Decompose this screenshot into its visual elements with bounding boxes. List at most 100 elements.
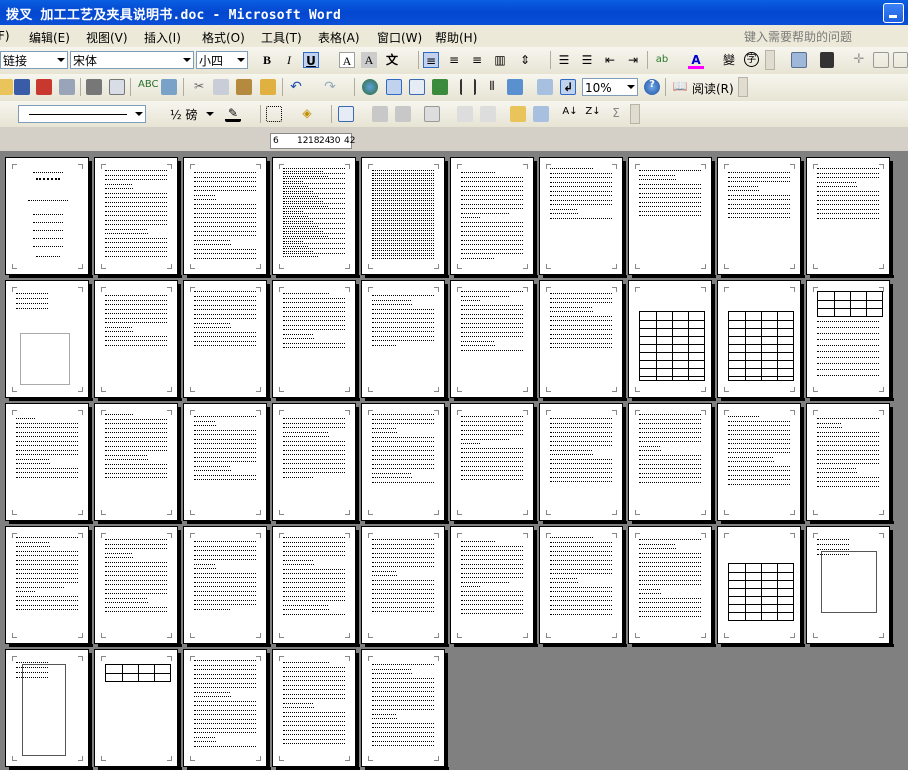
research-icon[interactable] — [161, 79, 177, 95]
toolbar-options-icon[interactable] — [630, 104, 640, 124]
numbering-button[interactable]: ☰ — [556, 52, 572, 68]
document-page[interactable] — [717, 157, 805, 278]
font-combo[interactable]: 宋体 — [70, 51, 194, 69]
document-page[interactable] — [272, 157, 360, 278]
undo-icon[interactable]: ↶ — [288, 79, 304, 95]
insert-excel-icon[interactable] — [432, 79, 448, 95]
spelling-icon[interactable]: ABC — [138, 79, 159, 95]
document-page[interactable] — [272, 280, 360, 401]
toolbar-options-icon[interactable] — [738, 77, 748, 97]
document-page[interactable] — [361, 157, 449, 278]
border-color-icon[interactable]: ✎ — [225, 106, 241, 122]
format-painter-icon[interactable] — [260, 79, 276, 95]
distribute-rows-icon[interactable] — [457, 106, 473, 122]
columns-icon[interactable] — [820, 52, 834, 68]
merge-cells-icon[interactable] — [372, 106, 388, 122]
line-spacing-button[interactable]: ⇕ — [517, 52, 533, 68]
move-icon[interactable]: ✛ — [851, 52, 867, 68]
document-page[interactable] — [183, 526, 271, 647]
italic-button[interactable]: I — [281, 52, 297, 68]
toolbar-options-icon[interactable] — [765, 50, 775, 70]
document-page[interactable] — [183, 403, 271, 524]
document-page[interactable] — [94, 403, 182, 524]
distributed-button[interactable]: ▥ — [492, 52, 508, 68]
document-page[interactable] — [361, 280, 449, 401]
document-page[interactable] — [272, 526, 360, 647]
print-preview-icon[interactable] — [109, 79, 125, 95]
document-page[interactable] — [450, 157, 538, 278]
document-page[interactable] — [539, 157, 627, 278]
hyperlink-icon[interactable] — [362, 79, 378, 95]
document-pages-area[interactable] — [0, 151, 908, 770]
document-page[interactable] — [628, 280, 716, 401]
borders-icon[interactable] — [266, 106, 282, 122]
align-icon[interactable] — [424, 106, 440, 122]
distribute-columns-icon[interactable] — [480, 106, 496, 122]
menu-format[interactable]: 格式(O) — [202, 29, 245, 46]
document-page[interactable] — [717, 280, 805, 401]
paste-icon[interactable] — [236, 79, 252, 95]
menu-table[interactable]: 表格(A) — [318, 29, 360, 46]
open-icon[interactable] — [0, 79, 13, 95]
document-page[interactable] — [450, 526, 538, 647]
read-button-label[interactable]: 阅读(R) — [692, 80, 734, 97]
copy-icon[interactable] — [213, 79, 229, 95]
underline-button[interactable]: U — [303, 52, 319, 68]
picture-icon[interactable] — [791, 52, 807, 68]
email-icon[interactable] — [59, 79, 75, 95]
char-shading-button[interactable]: A — [361, 52, 377, 68]
document-page[interactable] — [94, 526, 182, 647]
document-page[interactable] — [272, 649, 360, 770]
font-size-combo[interactable]: 小四 — [196, 51, 248, 69]
help-search-box[interactable]: 键入需要帮助的问题 — [744, 28, 852, 45]
read-icon[interactable]: 📖 — [672, 79, 688, 95]
cut-icon[interactable]: ✂ — [191, 79, 207, 95]
document-page[interactable] — [5, 403, 93, 524]
document-page[interactable] — [272, 403, 360, 524]
line-style-combo[interactable] — [18, 105, 146, 123]
permission-icon[interactable] — [36, 79, 52, 95]
document-page[interactable] — [450, 280, 538, 401]
increase-indent-button[interactable]: ⇥ — [625, 52, 641, 68]
menu-window[interactable]: 窗口(W) — [377, 29, 422, 46]
document-page[interactable] — [806, 157, 894, 278]
document-page[interactable] — [183, 157, 271, 278]
split-cells-icon[interactable] — [395, 106, 411, 122]
document-page[interactable] — [539, 403, 627, 524]
menu-edit[interactable]: 编辑(E) — [29, 29, 70, 46]
document-page[interactable] — [5, 157, 93, 278]
line-weight-combo[interactable]: ½ 磅 — [167, 105, 217, 123]
menu-view[interactable]: 视图(V) — [86, 29, 128, 46]
save-icon[interactable] — [14, 79, 30, 95]
font-color-button[interactable]: A — [688, 52, 704, 69]
document-map-icon[interactable] — [507, 79, 523, 95]
decrease-indent-button[interactable]: ⇤ — [602, 52, 618, 68]
char-border-button[interactable]: A — [339, 52, 355, 68]
menu-file[interactable]: F) — [0, 29, 10, 43]
document-page[interactable] — [183, 649, 271, 770]
document-page[interactable] — [806, 403, 894, 524]
autosum-icon[interactable]: Σ — [608, 106, 624, 122]
table-icon[interactable] — [893, 52, 908, 68]
document-page[interactable] — [806, 280, 894, 401]
char-scale-button[interactable]: 文 — [384, 52, 400, 68]
document-page[interactable] — [183, 280, 271, 401]
print-icon[interactable] — [86, 79, 102, 95]
document-page[interactable] — [361, 526, 449, 647]
document-page[interactable] — [717, 403, 805, 524]
redo-icon[interactable]: ↷ — [322, 79, 338, 95]
align-justify-button[interactable]: ≡ — [423, 52, 439, 68]
document-page[interactable] — [806, 526, 894, 647]
document-page[interactable] — [94, 649, 182, 770]
menu-insert[interactable]: 插入(I) — [144, 29, 181, 46]
document-page[interactable] — [94, 280, 182, 401]
document-page[interactable] — [717, 526, 805, 647]
autoformat-icon[interactable] — [510, 106, 526, 122]
columns-icon[interactable] — [460, 79, 476, 95]
minimize-button[interactable] — [883, 3, 904, 23]
document-page[interactable] — [628, 403, 716, 524]
frame-icon[interactable] — [873, 52, 889, 68]
bold-button[interactable]: B — [259, 52, 275, 68]
align-right-button[interactable]: ≡ — [469, 52, 485, 68]
menu-help[interactable]: 帮助(H) — [435, 29, 477, 46]
